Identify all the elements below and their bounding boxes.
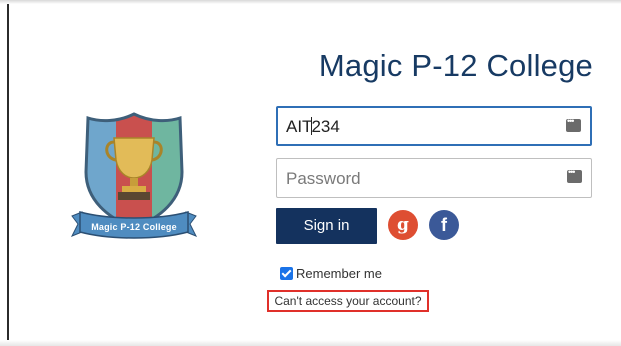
password-manager-icon[interactable] — [566, 116, 581, 132]
cant-access-account-link[interactable]: Can't access your account? — [267, 290, 429, 312]
password-input[interactable]: Password — [276, 158, 592, 198]
top-divider — [0, 0, 621, 4]
password-manager-icon[interactable] — [567, 167, 582, 183]
remember-me-label[interactable]: Remember me — [296, 266, 382, 281]
sign-in-button[interactable]: Sign in — [276, 208, 377, 244]
left-divider — [7, 4, 9, 346]
bottom-divider — [0, 340, 621, 346]
college-logo: Magic P-12 College — [70, 108, 198, 248]
username-value: AIT234 — [286, 117, 340, 136]
page-title: Magic P-12 College — [318, 48, 593, 83]
login-page: Magic P-12 College Magic P-12 College AI… — [0, 0, 621, 346]
password-placeholder: Password — [286, 169, 361, 188]
facebook-icon[interactable]: f — [429, 210, 459, 240]
checkbox-checked-icon[interactable] — [280, 267, 293, 280]
username-input[interactable]: AIT234 — [276, 106, 592, 146]
logo-banner-text: Magic P-12 College — [91, 222, 177, 232]
google-icon[interactable]: g — [388, 210, 418, 240]
